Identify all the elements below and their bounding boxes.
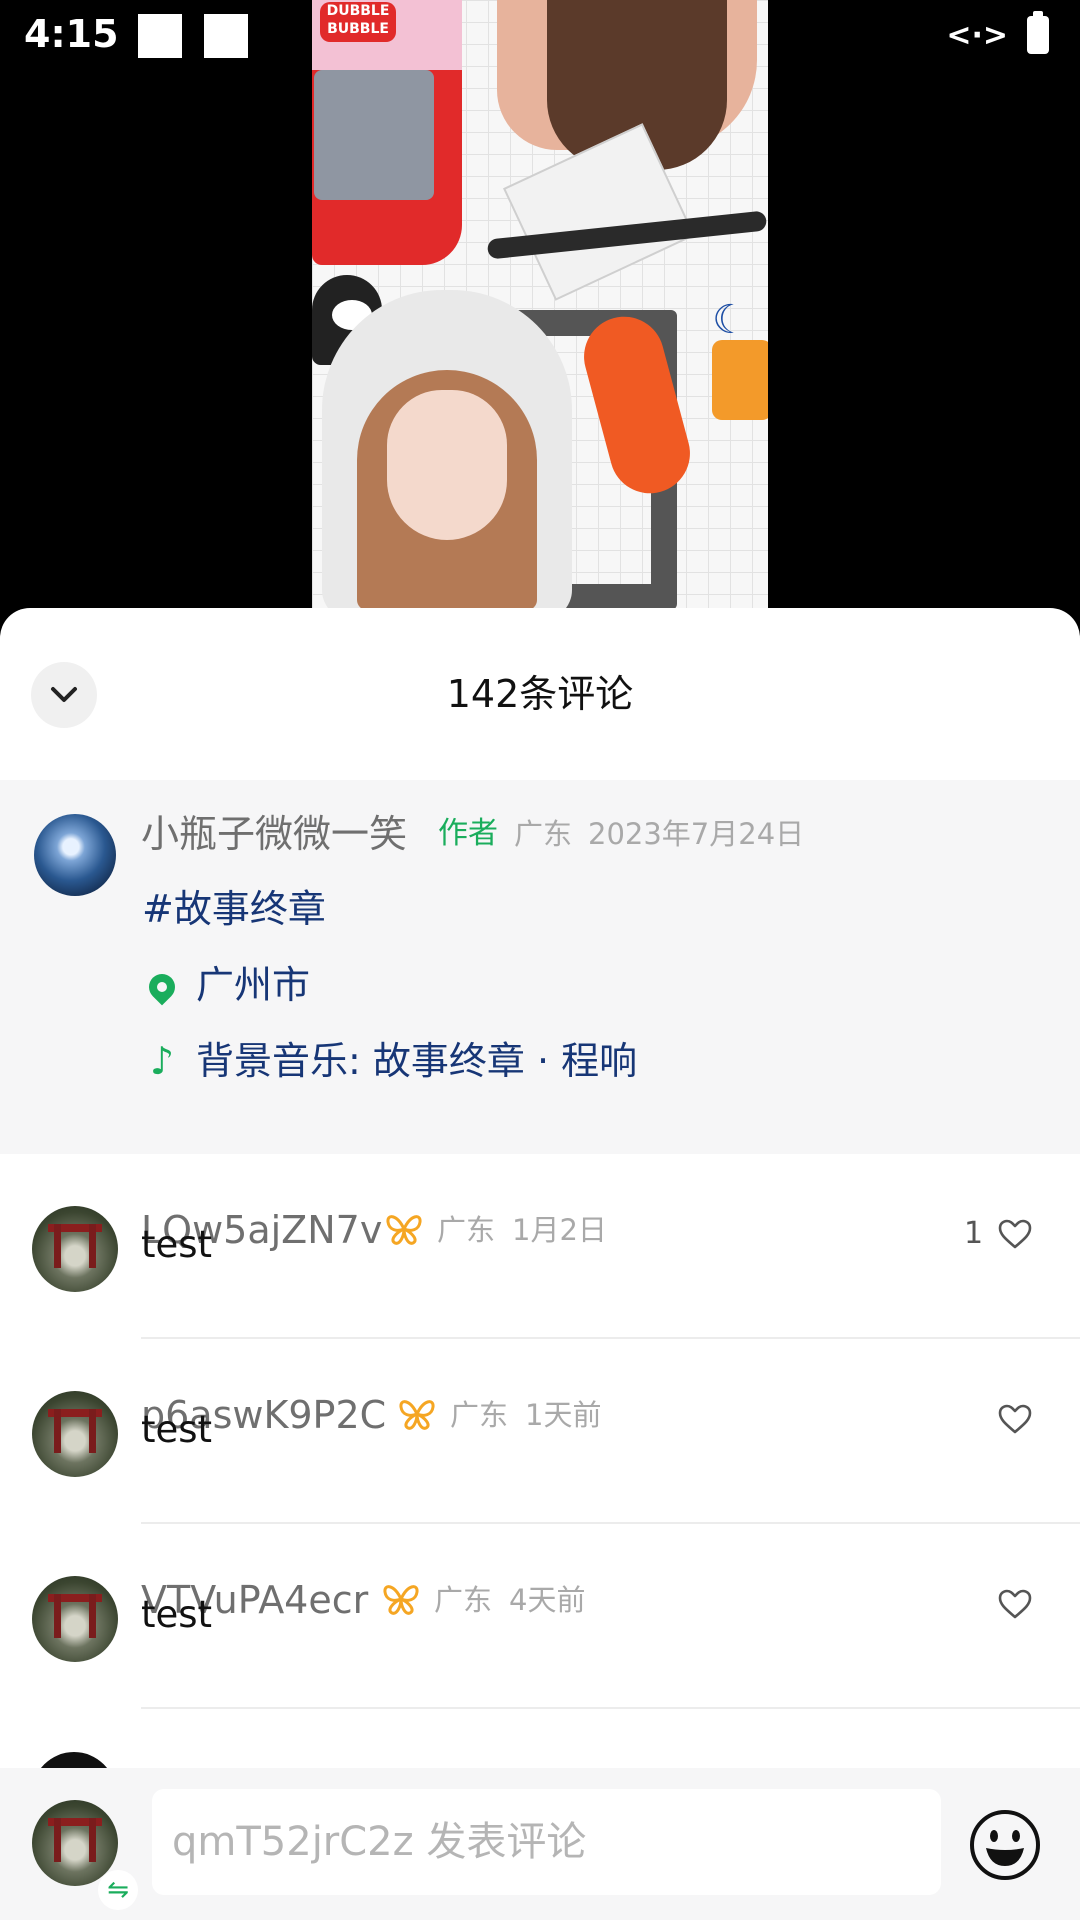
video-object: ☾ <box>712 297 748 343</box>
video-figure <box>387 390 507 540</box>
location-link[interactable]: 广州市 <box>142 960 310 1010</box>
like-heart-icon[interactable] <box>997 1403 1033 1435</box>
comment-count-title: 142条评论 <box>446 672 634 716</box>
comment-time: 1月2日 <box>512 1213 607 1247</box>
like-count: 1 <box>964 1216 984 1251</box>
comment-text: test <box>141 1408 213 1451</box>
comment-text: test <box>141 1593 213 1636</box>
notification-icon <box>138 14 182 58</box>
comment-time: 1天前 <box>525 1398 602 1432</box>
music-note-icon: ♪ <box>149 1039 175 1083</box>
comment-region: 广东 <box>434 1583 493 1617</box>
comment-item: p6aswK9P2C 广东 1天前 test <box>0 1339 1080 1524</box>
music-text: 背景音乐: 故事终章 · 程响 <box>196 1039 638 1083</box>
comment-item: VTVuPA4ecr 广东 4天前 test <box>0 1524 1080 1709</box>
music-link[interactable]: ♪ 背景音乐: 故事终章 · 程响 <box>142 1036 637 1086</box>
like-heart-icon[interactable] <box>997 1588 1033 1620</box>
comment-sheet: 142条评论 小瓶子微微一笑 作者 广东 2023年7月24日 #故事终章 广州… <box>0 608 1080 1920</box>
comment-region: 广东 <box>450 1398 509 1432</box>
author-name[interactable]: 小瓶子微微一笑 <box>141 810 407 858</box>
video-object <box>712 340 768 420</box>
post-date: 2023年7月24日 <box>588 817 805 851</box>
video-preview[interactable]: DUBBLE BUBBLE ☾ <box>312 0 768 608</box>
author-post: 小瓶子微微一笑 作者 广东 2023年7月24日 #故事终章 广州市 ♪ 背景音乐… <box>0 780 1080 1154</box>
comment-input[interactable] <box>152 1789 941 1895</box>
status-time: 4:15 <box>24 12 119 56</box>
sheet-header: 142条评论 <box>0 608 1080 780</box>
divider <box>141 1707 1080 1709</box>
user-avatar[interactable] <box>32 1576 118 1662</box>
location-pin-icon <box>142 960 182 1010</box>
author-badge: 作者 <box>438 816 498 851</box>
notification-icon <box>204 14 248 58</box>
switch-account-icon[interactable]: ⇋ <box>98 1870 138 1910</box>
like-heart-icon[interactable] <box>997 1218 1033 1250</box>
developer-icon: <·> <box>946 18 1008 53</box>
user-avatar[interactable] <box>32 1206 118 1292</box>
post-region: 广东 <box>514 817 573 851</box>
comment-region: 广东 <box>437 1213 496 1247</box>
status-bar: 4:15 <·> <box>0 0 1080 76</box>
hashtag-link[interactable]: #故事终章 <box>142 884 326 934</box>
author-avatar[interactable] <box>34 814 116 896</box>
comment-text: test <box>141 1223 213 1266</box>
butterfly-badge-icon <box>399 1400 435 1430</box>
location-text: 广州市 <box>196 963 311 1007</box>
butterfly-badge-icon <box>386 1215 422 1245</box>
user-avatar[interactable] <box>32 1391 118 1477</box>
butterfly-badge-icon <box>383 1585 419 1615</box>
comment-item: LQw5ajZN7v 广东 1月2日 1 test <box>0 1154 1080 1339</box>
emoji-icon[interactable] <box>968 1808 1042 1882</box>
comment-input-bar: ⇋ <box>0 1768 1080 1920</box>
comment-time: 4天前 <box>509 1583 586 1617</box>
video-object <box>314 70 434 200</box>
battery-icon <box>1027 11 1049 54</box>
